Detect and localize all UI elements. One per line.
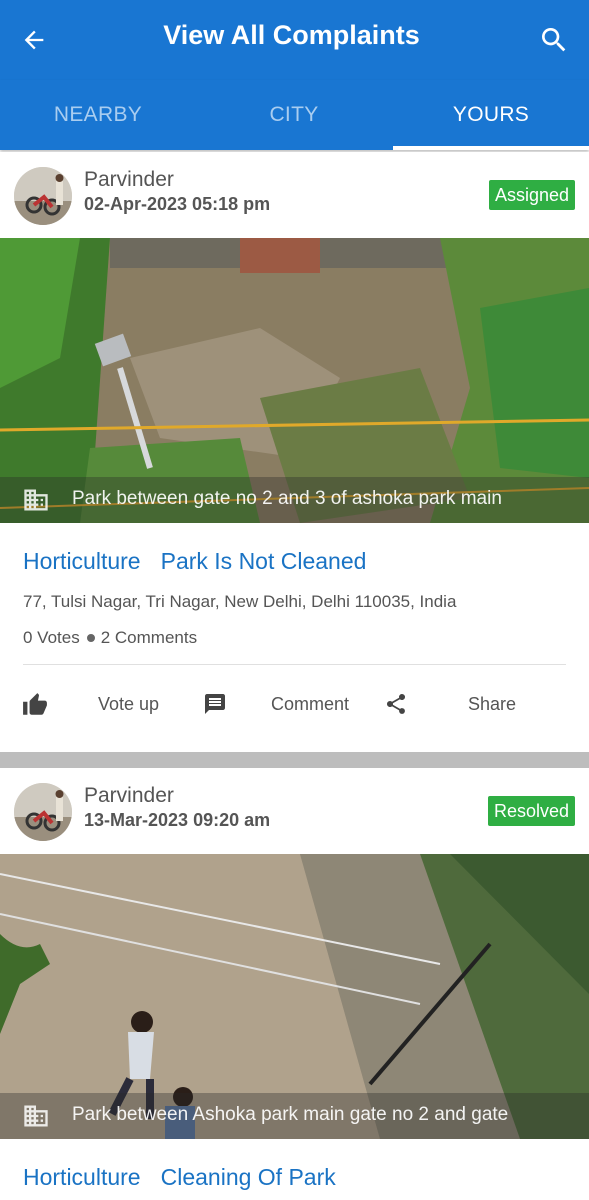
complaint-card[interactable]: Parvinder 02-Apr-2023 05:18 pm Assigned … (0, 152, 589, 752)
complaint-address: 77, Tulsi Nagar, Tri Nagar, New Delhi, D… (23, 592, 457, 611)
building-icon (24, 1105, 48, 1127)
complaint-photo[interactable]: Park between Ashoka park main gate no 2 … (0, 854, 589, 1139)
user-name: Parvinder (84, 784, 174, 807)
votes-count: 0 Votes (23, 628, 80, 647)
photo-location-caption: Park between gate no 2 and 3 of ashoka p… (0, 477, 589, 523)
photo-location-caption: Park between Ashoka park main gate no 2 … (0, 1093, 589, 1139)
tab-nearby[interactable]: NEARBY (0, 80, 196, 150)
location-text: Park between Ashoka park main gate no 2 … (72, 1104, 509, 1125)
location-text: Park between gate no 2 and 3 of ashoka p… (72, 488, 502, 509)
subcategory-label[interactable]: Park Is Not Cleaned (161, 548, 367, 574)
complaint-photo[interactable]: Park between gate no 2 and 3 of ashoka p… (0, 238, 589, 523)
share-icon[interactable] (384, 692, 408, 716)
share-button[interactable]: Share (468, 694, 516, 715)
status-badge: Resolved (487, 796, 575, 826)
comments-count[interactable]: 2 Comments (101, 628, 197, 647)
avatar[interactable] (14, 783, 72, 841)
status-badge: Assigned (488, 180, 575, 210)
card-separator (0, 752, 589, 768)
comment-icon[interactable] (203, 692, 227, 716)
category-label[interactable]: Horticulture (23, 1164, 141, 1190)
page-title: View All Complaints (163, 20, 420, 50)
vote-up-button[interactable]: Vote up (98, 694, 159, 715)
comment-button[interactable]: Comment (271, 694, 349, 715)
app-bar: View All Complaints (0, 0, 589, 80)
complaint-card[interactable]: Parvinder 13-Mar-2023 09:20 am Resolved … (0, 768, 589, 1200)
complaint-date: 13-Mar-2023 09:20 am (84, 810, 271, 830)
tab-yours[interactable]: YOURS (393, 80, 589, 150)
complaint-category[interactable]: Horticulture Cleaning Of Park (23, 1164, 336, 1191)
thumbs-up-icon[interactable] (22, 692, 48, 718)
complaint-category[interactable]: Horticulture Park Is Not Cleaned (23, 548, 366, 575)
building-icon (24, 489, 48, 511)
search-button[interactable] (538, 24, 574, 60)
card-actions: Vote up Comment Share (0, 682, 589, 726)
tab-city[interactable]: CITY (196, 80, 392, 150)
bullet-dot (86, 633, 95, 642)
divider (23, 664, 566, 665)
complaint-stats: 0 Votes 2 Comments (23, 628, 197, 648)
search-icon (542, 28, 566, 52)
subcategory-label[interactable]: Cleaning Of Park (161, 1164, 336, 1190)
user-name: Parvinder (84, 168, 174, 191)
avatar[interactable] (14, 167, 72, 225)
category-label[interactable]: Horticulture (23, 548, 141, 574)
complaint-date: 02-Apr-2023 05:18 pm (84, 194, 271, 214)
tab-bar: NEARBY CITY YOURS (0, 80, 589, 150)
active-tab-indicator (393, 146, 589, 150)
